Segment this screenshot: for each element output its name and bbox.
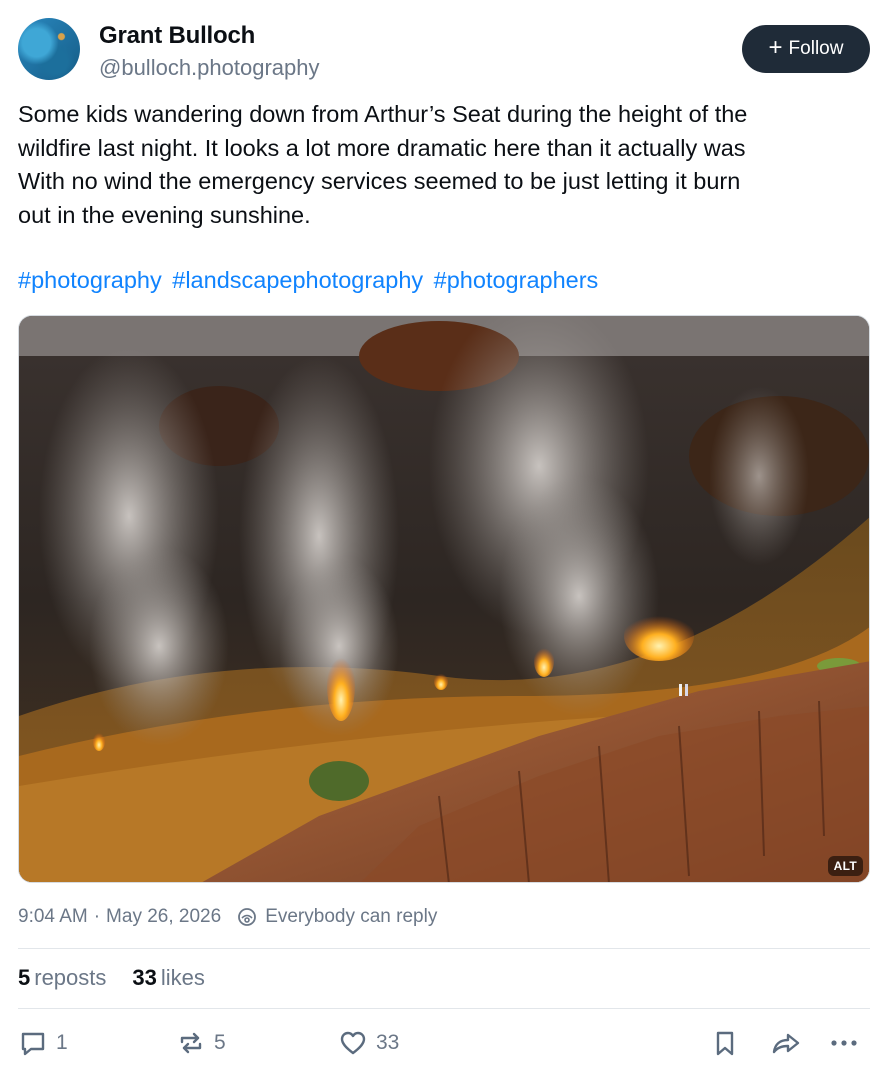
more-options-button[interactable] bbox=[828, 1028, 860, 1058]
post-meta: 9:04 AM · May 26, 2026 Everybody can rep… bbox=[18, 906, 437, 928]
share-icon bbox=[772, 1033, 800, 1054]
author-name[interactable]: Grant Bulloch bbox=[99, 22, 255, 50]
wildfire-photo bbox=[19, 316, 869, 882]
post-text-line: out in the evening sunshine. bbox=[18, 201, 311, 228]
avatar[interactable] bbox=[18, 18, 80, 80]
more-icon bbox=[831, 1040, 857, 1046]
reposts-count: 5 bbox=[18, 965, 31, 990]
post-text-line: With no wind the emergency services seem… bbox=[18, 168, 741, 194]
repost-button[interactable]: 5 bbox=[176, 1028, 226, 1058]
alt-badge[interactable]: ALT bbox=[827, 856, 863, 876]
hashtag-link[interactable]: #photographers bbox=[434, 267, 599, 293]
heart-icon bbox=[340, 1031, 366, 1055]
reply-setting: Everybody can reply bbox=[265, 906, 438, 927]
post-text: Some kids wandering down from Arthur’s S… bbox=[18, 98, 870, 232]
likes-count: 33 bbox=[132, 965, 157, 990]
post-header: Grant Bulloch @bulloch.photography + Fol… bbox=[18, 18, 870, 82]
post-text-line: Some kids wandering down from Arthur’s S… bbox=[18, 101, 748, 127]
hashtag-link[interactable]: #landscapephotography bbox=[172, 267, 423, 293]
reply-setting-icon bbox=[237, 907, 257, 927]
post-stats: 5 reposts 33 likes bbox=[18, 965, 205, 991]
post-date[interactable]: May 26, 2026 bbox=[106, 906, 221, 928]
post-time[interactable]: 9:04 AM bbox=[18, 906, 88, 928]
repost-count: 5 bbox=[214, 1031, 226, 1054]
post-card: Grant Bulloch @bulloch.photography + Fol… bbox=[0, 0, 890, 1082]
reply-count: 1 bbox=[56, 1031, 68, 1054]
hashtag-list: #photography #landscapephotography #phot… bbox=[18, 264, 602, 297]
reply-button[interactable]: 1 bbox=[18, 1028, 68, 1058]
reposts-stat[interactable]: 5 reposts bbox=[18, 965, 106, 991]
hashtag-link[interactable]: #photography bbox=[18, 267, 162, 293]
like-count: 33 bbox=[376, 1031, 400, 1054]
repost-icon bbox=[180, 1032, 202, 1054]
likes-label: likes bbox=[160, 965, 205, 990]
bookmark-icon bbox=[716, 1031, 734, 1056]
likes-stat[interactable]: 33 likes bbox=[132, 965, 205, 991]
share-button[interactable] bbox=[770, 1028, 802, 1058]
bookmark-button[interactable] bbox=[710, 1028, 740, 1058]
like-button[interactable]: 33 bbox=[338, 1028, 399, 1058]
follow-label: Follow bbox=[788, 38, 844, 59]
post-image[interactable]: ALT bbox=[18, 315, 870, 883]
action-bar: 1 5 33 bbox=[18, 1028, 870, 1064]
meta-separator: · bbox=[93, 906, 101, 927]
author-handle[interactable]: @bulloch.photography bbox=[99, 55, 319, 81]
reply-icon bbox=[21, 1032, 45, 1056]
post-text-line: wildfire last night. It looks a lot more… bbox=[18, 134, 746, 161]
divider bbox=[18, 1008, 870, 1009]
follow-button[interactable]: + Follow bbox=[742, 25, 870, 73]
reposts-label: reposts bbox=[34, 965, 107, 990]
plus-icon: + bbox=[768, 34, 783, 61]
divider bbox=[18, 948, 870, 949]
